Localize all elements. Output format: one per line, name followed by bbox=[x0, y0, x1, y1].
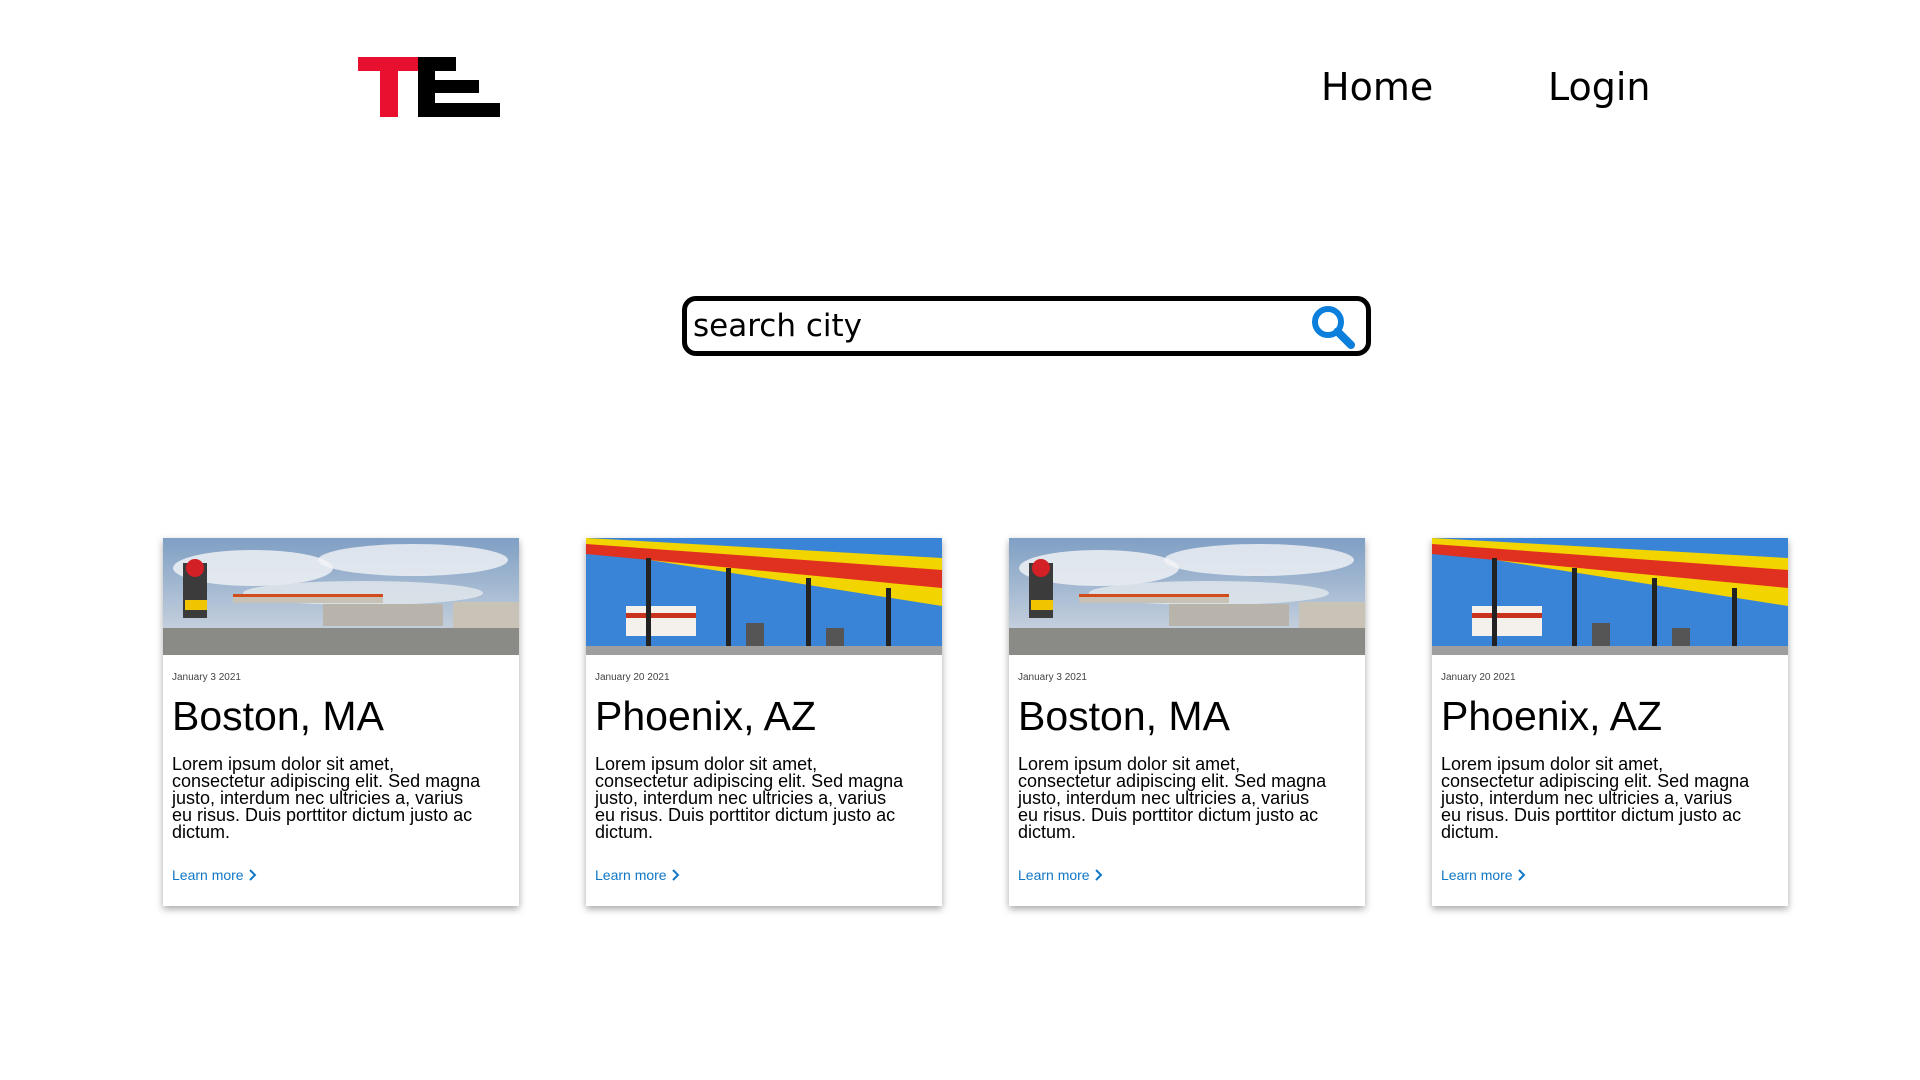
search-input[interactable] bbox=[693, 301, 1293, 351]
chevron-right-icon bbox=[1517, 869, 1526, 881]
card-date: January 20 2021 bbox=[595, 672, 670, 683]
learn-more-label: Learn more bbox=[1018, 867, 1090, 883]
learn-more-link[interactable]: Learn more bbox=[172, 867, 257, 883]
card-description: Lorem ipsum dolor sit amet, consectetur … bbox=[1441, 754, 1750, 842]
card-image bbox=[586, 538, 942, 655]
search-box bbox=[682, 296, 1371, 356]
card-date: January 20 2021 bbox=[1441, 672, 1516, 683]
card-date: January 3 2021 bbox=[172, 672, 241, 683]
chevron-right-icon bbox=[671, 869, 680, 881]
card: January 3 2021 Boston, MA Lorem ipsum do… bbox=[163, 538, 519, 906]
card-title: Phoenix, AZ bbox=[1441, 693, 1663, 739]
card-image bbox=[1432, 538, 1788, 655]
card: January 20 2021 Phoenix, AZ Lorem ipsum … bbox=[1432, 538, 1788, 906]
card-date: January 3 2021 bbox=[1018, 672, 1087, 683]
chevron-right-icon bbox=[1094, 869, 1103, 881]
learn-more-link[interactable]: Learn more bbox=[1441, 867, 1526, 883]
learn-more-label: Learn more bbox=[172, 867, 244, 883]
nav-login-link[interactable]: Login bbox=[1548, 62, 1651, 112]
card-image bbox=[163, 538, 519, 655]
card-description: Lorem ipsum dolor sit amet, consectetur … bbox=[1018, 754, 1327, 842]
card-title: Boston, MA bbox=[1018, 693, 1230, 739]
card: January 20 2021 Phoenix, AZ Lorem ipsum … bbox=[586, 538, 942, 906]
card-title: Phoenix, AZ bbox=[595, 693, 817, 739]
card-title: Boston, MA bbox=[172, 693, 384, 739]
search-icon[interactable] bbox=[1310, 304, 1356, 350]
nav-home-link[interactable]: Home bbox=[1321, 62, 1433, 112]
card-description: Lorem ipsum dolor sit amet, consectetur … bbox=[595, 754, 904, 842]
learn-more-link[interactable]: Learn more bbox=[1018, 867, 1103, 883]
card-image bbox=[1009, 538, 1365, 655]
logo[interactable] bbox=[358, 57, 500, 117]
card: January 3 2021 Boston, MA Lorem ipsum do… bbox=[1009, 538, 1365, 906]
learn-more-label: Learn more bbox=[1441, 867, 1513, 883]
learn-more-link[interactable]: Learn more bbox=[595, 867, 680, 883]
card-description: Lorem ipsum dolor sit amet, consectetur … bbox=[172, 754, 481, 842]
learn-more-label: Learn more bbox=[595, 867, 667, 883]
chevron-right-icon bbox=[248, 869, 257, 881]
